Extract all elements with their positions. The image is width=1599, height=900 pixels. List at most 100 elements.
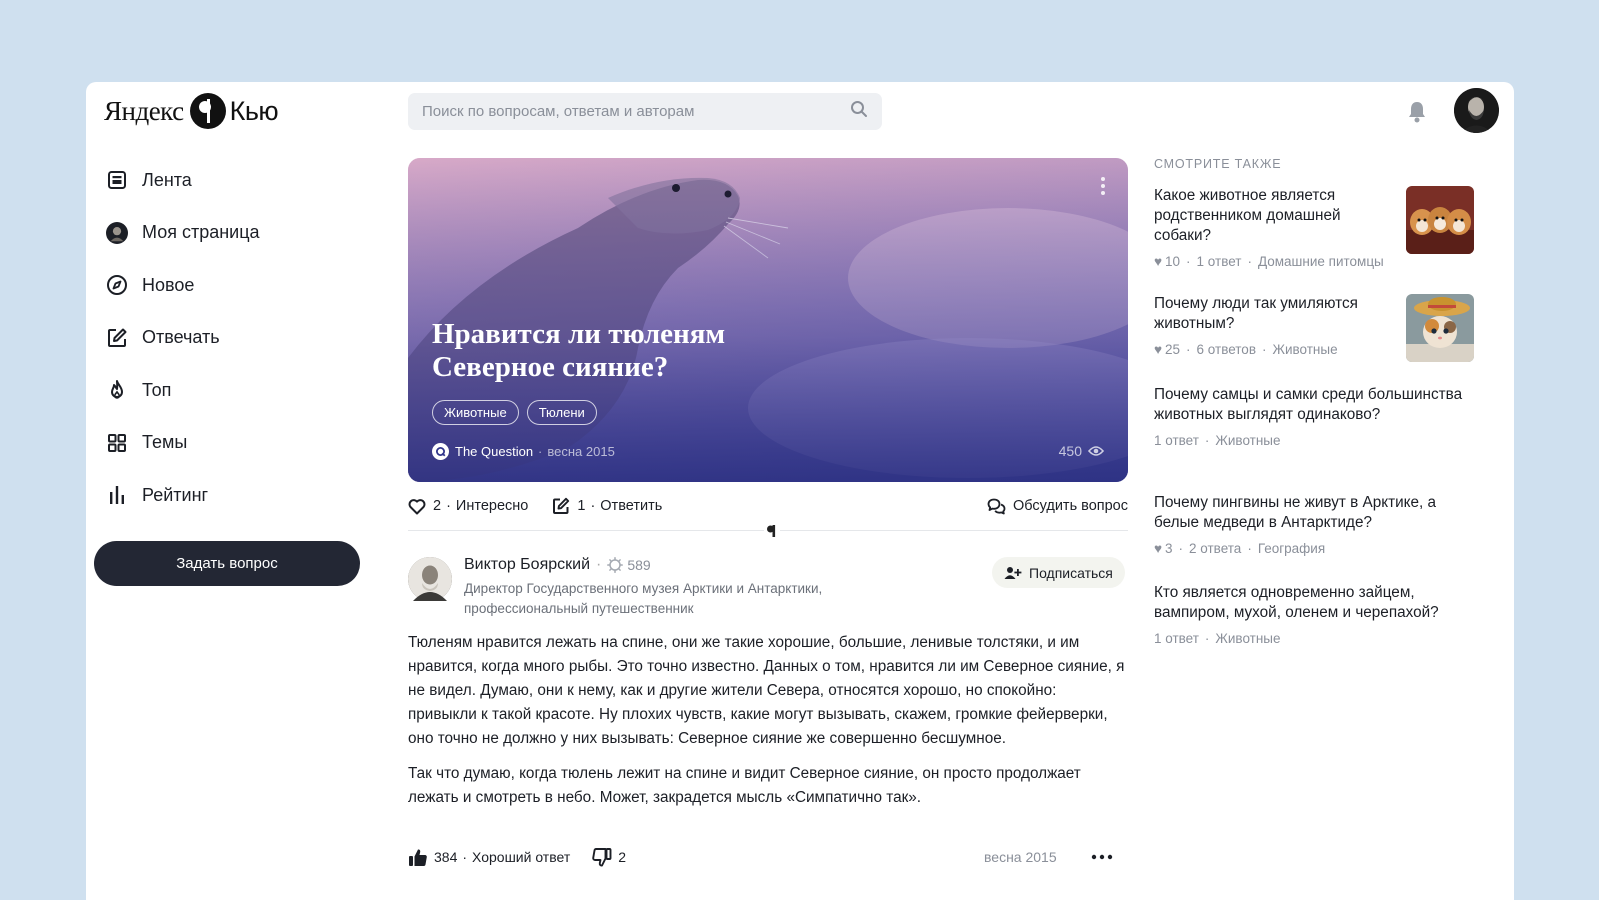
related-question-title[interactable]: Почему люди так умиляются животным? xyxy=(1154,294,1394,334)
more-vertical-icon[interactable] xyxy=(1100,176,1106,196)
related-answers: 1 ответ xyxy=(1154,433,1199,448)
related-topic[interactable]: Животные xyxy=(1215,631,1280,646)
related-question-title[interactable]: Какое животное является родственником до… xyxy=(1154,186,1394,246)
sidebar-item-rating[interactable]: Рейтинг xyxy=(106,469,376,522)
user-avatar-icon xyxy=(106,221,128,244)
add-user-icon xyxy=(1004,566,1022,579)
related-question-title[interactable]: Почему пингвины не живут в Арктике, а бе… xyxy=(1154,493,1474,533)
subscribe-button[interactable]: Подписаться xyxy=(992,557,1125,588)
sidebar-item-top[interactable]: Топ xyxy=(106,364,376,417)
question-actions: 2 · Интересно 1 · Ответить Обсудить вопр… xyxy=(408,488,1128,524)
discuss-question-button[interactable]: Обсудить вопрос xyxy=(987,498,1128,515)
separator: · xyxy=(1178,541,1184,556)
separator: · xyxy=(446,498,451,514)
related-question[interactable]: Почему самцы и самки среди большинства ж… xyxy=(1154,385,1474,493)
question-hero-card[interactable]: Нравится ли тюленям Северное сияние? Жив… xyxy=(408,158,1128,482)
related-question-meta: ♥ 3 · 2 ответа · География xyxy=(1154,541,1474,556)
related-question[interactable]: Почему пингвины не живут в Арктике, а бе… xyxy=(1154,493,1474,583)
tag-list: Животные Тюлени xyxy=(432,400,597,425)
dislike-button[interactable]: 2 xyxy=(592,847,627,867)
edit-icon xyxy=(553,497,570,514)
separator: · xyxy=(1204,433,1210,448)
discuss-label: Обсудить вопрос xyxy=(1012,498,1128,514)
grid-icon xyxy=(106,432,128,454)
sidebar-item-label: Рейтинг xyxy=(142,484,209,505)
author-info: Виктор Боярский · 589 xyxy=(464,556,651,574)
like-label: Хороший ответ xyxy=(472,849,571,865)
related-answers: 1 ответ xyxy=(1196,254,1242,269)
sidebar-item-my-page[interactable]: Моя страница xyxy=(106,207,376,260)
author-name[interactable]: Виктор Боярский xyxy=(464,556,590,574)
related-question-title[interactable]: Кто является одновременно зайцем, вампир… xyxy=(1154,583,1474,623)
separator: · xyxy=(1262,342,1267,357)
more-horizontal-icon[interactable] xyxy=(1090,847,1114,867)
subscribe-label: Подписаться xyxy=(1029,564,1113,581)
related-answers: 2 ответа xyxy=(1189,541,1242,556)
question-meta: The Question · весна 2015 xyxy=(432,443,615,460)
logo[interactable]: Яндекс Кью xyxy=(104,92,279,130)
user-avatar[interactable] xyxy=(1454,88,1499,133)
sidebar-item-answer[interactable]: Отвечать xyxy=(106,312,376,365)
answer-count: 1 xyxy=(577,498,586,514)
thumbs-down-icon xyxy=(592,847,612,866)
related-topic[interactable]: Домашние питомцы xyxy=(1258,254,1384,269)
answer-question-button[interactable]: 1 · Ответить xyxy=(552,497,662,515)
related-likes: 3 xyxy=(1165,541,1173,556)
heart-icon: ♥ xyxy=(1154,254,1163,269)
logo-brand: Яндекс xyxy=(104,95,184,126)
kitten-thumbnail[interactable] xyxy=(1406,294,1474,362)
logo-mark-icon xyxy=(189,93,226,129)
edit-icon xyxy=(106,327,128,349)
sidebar-item-new[interactable]: Новое xyxy=(106,259,376,312)
ask-question-button[interactable]: Задать вопрос xyxy=(94,541,360,586)
interesting-button[interactable]: 2 · Интересно xyxy=(408,498,528,515)
question-title[interactable]: Нравится ли тюленям Северное сияние? xyxy=(432,318,852,384)
sidebar-item-label: Лента xyxy=(142,169,192,190)
heart-icon: ♥ xyxy=(1154,541,1163,556)
related-question[interactable]: Кто является одновременно зайцем, вампир… xyxy=(1154,583,1474,673)
like-button[interactable]: 384 · Хороший ответ xyxy=(408,848,570,867)
sidebar-item-feed[interactable]: Лента xyxy=(106,154,376,207)
separator: · xyxy=(462,849,468,865)
related-likes: 10 xyxy=(1165,254,1181,269)
related-question-meta: 1 ответ · Животные xyxy=(1154,433,1474,448)
sidebar-item-topics[interactable]: Темы xyxy=(106,417,376,470)
related-answers: 6 ответов xyxy=(1196,342,1256,357)
bell-icon[interactable] xyxy=(1406,100,1428,124)
tag-chip[interactable]: Тюлени xyxy=(526,400,597,425)
rating-badge-icon xyxy=(607,557,624,573)
question-source[interactable]: The Question xyxy=(455,444,533,459)
answer-label: Ответить xyxy=(600,498,663,514)
related-question-meta: 1 ответ · Животные xyxy=(1154,631,1474,646)
view-count: 450 xyxy=(1059,443,1104,459)
like-count: 384 xyxy=(434,849,458,865)
separator: · xyxy=(538,444,543,459)
related-question-meta: ♥ 10 · 1 ответ · Домашние питомцы xyxy=(1154,254,1474,269)
related-topic[interactable]: Животные xyxy=(1215,433,1280,448)
search-icon[interactable] xyxy=(850,100,868,123)
related-question[interactable]: Почему люди так умиляются животным? ♥ 25… xyxy=(1154,294,1474,385)
search-input[interactable] xyxy=(422,103,850,120)
dislike-count: 2 xyxy=(618,849,627,865)
author-avatar[interactable] xyxy=(408,557,452,601)
feed-icon xyxy=(106,169,128,191)
interesting-count: 2 xyxy=(433,498,442,514)
separator: · xyxy=(1186,342,1191,357)
related-question-title[interactable]: Почему самцы и самки среди большинства ж… xyxy=(1154,385,1464,425)
separator: · xyxy=(596,556,602,573)
related-question[interactable]: Какое животное является родственником до… xyxy=(1154,186,1474,294)
author-rating: 589 xyxy=(607,557,651,573)
tag-chip[interactable]: Животные xyxy=(432,400,519,425)
related-topic[interactable]: Животные xyxy=(1273,342,1338,357)
sidebar-nav: Лента Моя страница Новое Отвечать Топ Те… xyxy=(106,154,376,522)
separator: · xyxy=(1186,254,1191,269)
answer-paragraph: Так что думаю, когда тюлень лежит на спи… xyxy=(408,765,1081,806)
dogs-thumbnail[interactable] xyxy=(1406,186,1474,254)
compass-icon xyxy=(106,274,128,296)
thumbs-up-icon xyxy=(409,848,427,866)
fire-icon xyxy=(106,379,128,401)
interesting-label: Интересно xyxy=(455,498,529,514)
heart-icon xyxy=(408,498,426,514)
related-topic[interactable]: География xyxy=(1258,541,1325,556)
sidebar-item-label: Новое xyxy=(142,274,195,295)
